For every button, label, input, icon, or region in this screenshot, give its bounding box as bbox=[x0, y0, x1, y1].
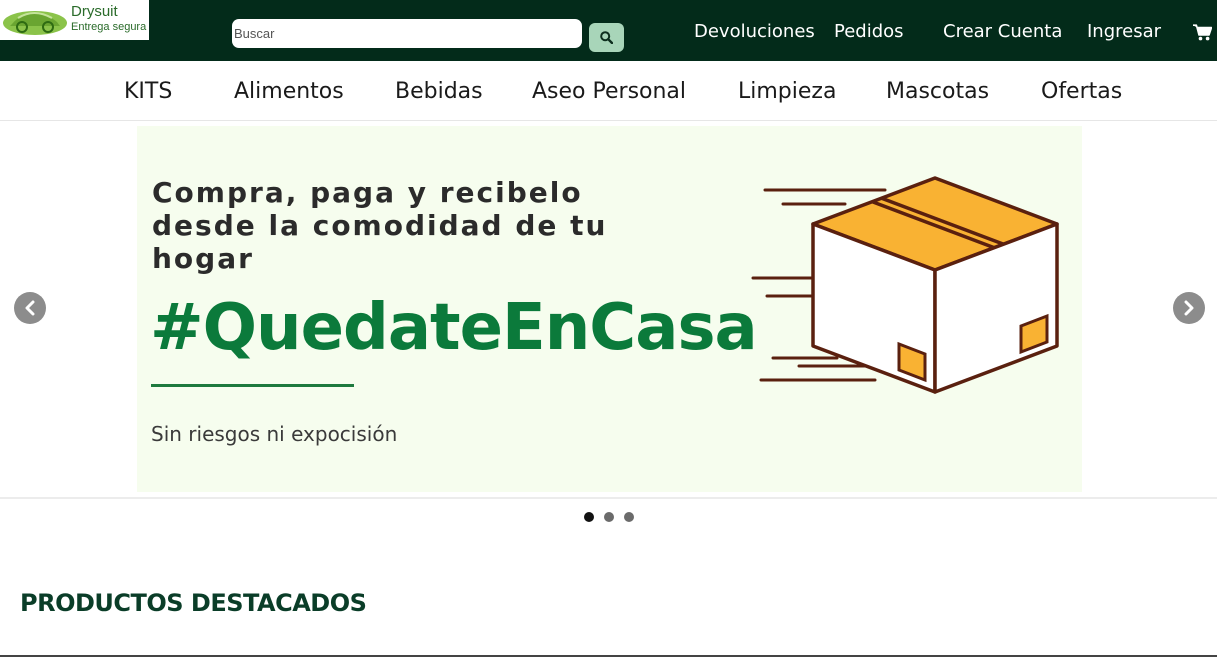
chevron-left-icon bbox=[25, 300, 35, 316]
create-account-link[interactable]: Crear Cuenta bbox=[943, 20, 1062, 44]
category-ofertas[interactable]: Ofertas bbox=[1041, 79, 1122, 105]
category-kits[interactable]: KITS bbox=[124, 79, 172, 105]
slide-hashtag: #QuedateEnCasa bbox=[150, 291, 758, 365]
featured-products-heading: PRODUCTOS DESTACADOS bbox=[20, 589, 367, 617]
carousel-indicator-3[interactable] bbox=[624, 512, 634, 522]
site-logo[interactable]: Drysuit Entrega segura bbox=[0, 0, 149, 40]
carousel-prev-button[interactable] bbox=[14, 292, 46, 324]
slide-subtext: Sin riesgos ni expocisión bbox=[151, 422, 398, 446]
category-limpieza[interactable]: Limpieza bbox=[738, 79, 836, 105]
carousel-next-button[interactable] bbox=[1173, 292, 1205, 324]
category-aseo-personal[interactable]: Aseo Personal bbox=[532, 79, 686, 105]
shopping-cart-icon[interactable] bbox=[1193, 24, 1212, 41]
carousel-indicator-1[interactable] bbox=[584, 512, 594, 522]
category-mascotas[interactable]: Mascotas bbox=[886, 79, 989, 105]
carousel-indicator-2[interactable] bbox=[604, 512, 614, 522]
slide-headline: Compra, paga y recibelo desde la comodid… bbox=[152, 176, 608, 275]
car-logo-icon bbox=[3, 11, 67, 35]
category-nav: KITS Alimentos Bebidas Aseo Personal Lim… bbox=[0, 61, 1217, 121]
returns-link[interactable]: Devoluciones bbox=[694, 20, 815, 44]
delivery-box-illustration bbox=[751, 176, 1059, 394]
search-button[interactable] bbox=[589, 23, 624, 52]
logo-tagline: Entrega segura bbox=[71, 21, 147, 33]
category-bebidas[interactable]: Bebidas bbox=[395, 79, 483, 105]
category-alimentos[interactable]: Alimentos bbox=[234, 79, 344, 105]
search-icon bbox=[600, 31, 613, 44]
chevron-right-icon bbox=[1184, 300, 1194, 316]
login-link[interactable]: Ingresar bbox=[1087, 20, 1161, 44]
top-header-bar: Drysuit Entrega segura Devoluciones Pedi… bbox=[0, 0, 1217, 61]
search-input[interactable] bbox=[232, 19, 582, 48]
logo-name: Drysuit bbox=[71, 3, 118, 20]
hero-carousel: Compra, paga y recibelo desde la comodid… bbox=[0, 121, 1217, 499]
slide-divider bbox=[151, 384, 354, 387]
orders-link[interactable]: Pedidos bbox=[834, 20, 904, 44]
carousel-slide[interactable]: Compra, paga y recibelo desde la comodid… bbox=[137, 126, 1082, 492]
